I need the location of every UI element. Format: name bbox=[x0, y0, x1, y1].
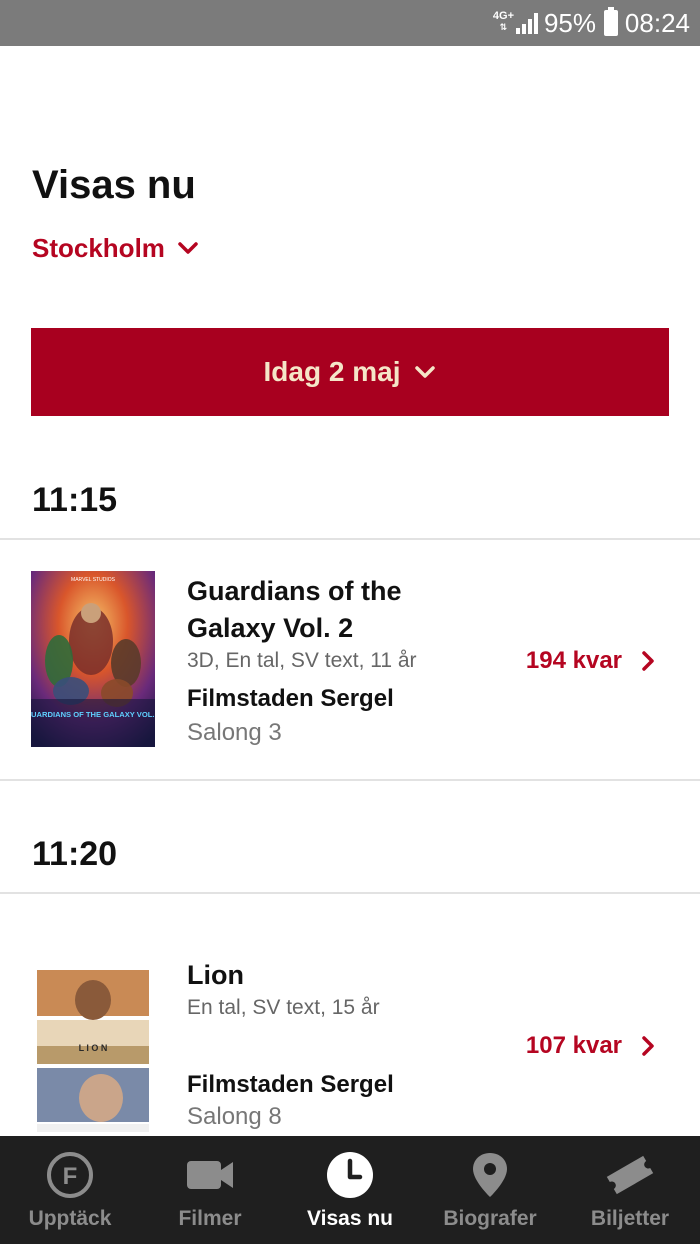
battery-percentage: 95% bbox=[543, 8, 596, 38]
nav-item-biljetter[interactable]: Biljetter bbox=[560, 1136, 700, 1244]
poster-title: L I O N bbox=[79, 1043, 108, 1053]
video-camera-icon bbox=[185, 1150, 235, 1200]
cinema-name: Filmstaden Sergel bbox=[187, 1071, 394, 1098]
status-time: 08:24 bbox=[624, 8, 690, 38]
movie-poster: MARVEL STUDIOS GUARDIANS OF THE GALAXY V… bbox=[31, 571, 155, 747]
status-bar: 4G+ ⇅ 95% 08:24 bbox=[0, 0, 700, 46]
network-indicator: 4G+ ⇅ bbox=[493, 11, 514, 33]
movie-details: En tal, SV text, 15 år bbox=[187, 996, 380, 1019]
chevron-right-icon bbox=[642, 651, 654, 671]
movie-details: 3D, En tal, SV text, 11 år bbox=[187, 649, 417, 672]
nav-item-filmer[interactable]: Filmer bbox=[140, 1136, 280, 1244]
showing-row[interactable]: MARVEL STUDIOS GUARDIANS OF THE GALAXY V… bbox=[0, 540, 700, 780]
bottom-navigation: F Upptäck Filmer Visas nu Biografer Bilj… bbox=[0, 1136, 700, 1244]
clock-icon bbox=[325, 1150, 375, 1200]
ticket-icon bbox=[605, 1150, 655, 1200]
chevron-right-icon bbox=[642, 1036, 654, 1056]
svg-text:F: F bbox=[63, 1163, 78, 1190]
seats-left: 194 kvar bbox=[525, 647, 622, 674]
chevron-down-icon bbox=[178, 242, 198, 254]
network-type: 4G+ bbox=[492, 10, 514, 22]
nav-label: Upptäck bbox=[28, 1207, 112, 1230]
f-logo-icon: F bbox=[45, 1150, 95, 1200]
data-arrows-icon: ⇅ bbox=[499, 22, 508, 32]
movie-title: Lion bbox=[187, 960, 244, 990]
city-label: Stockholm bbox=[32, 233, 165, 263]
date-label: Idag 2 maj bbox=[263, 356, 401, 387]
showtime-heading: 11:15 bbox=[32, 481, 118, 519]
cinema-name: Filmstaden Sergel bbox=[187, 685, 394, 712]
nav-item-biografer[interactable]: Biografer bbox=[420, 1136, 560, 1244]
page-title: Visas nu bbox=[32, 163, 196, 207]
hall-name: Salong 8 bbox=[187, 1103, 282, 1130]
nav-label: Biografer bbox=[443, 1207, 537, 1230]
nav-label: Visas nu bbox=[307, 1207, 393, 1230]
movie-poster: L I O N bbox=[31, 960, 155, 1136]
showtime-heading: 11:20 bbox=[32, 835, 118, 873]
movie-title: Guardians of the Galaxy Vol. 2 bbox=[187, 576, 402, 643]
signal-icon bbox=[516, 13, 538, 34]
poster-title: GUARDIANS OF THE GALAXY VOL. 2 bbox=[31, 710, 155, 719]
hall-name: Salong 3 bbox=[187, 719, 282, 746]
map-pin-icon bbox=[465, 1150, 515, 1200]
divider bbox=[0, 779, 700, 781]
chevron-down-icon bbox=[415, 366, 436, 378]
showing-row[interactable]: L I O N Lion En tal, SV text, 15 år Film… bbox=[0, 894, 700, 1136]
seats-left: 107 kvar bbox=[525, 1032, 622, 1059]
battery-icon bbox=[604, 7, 618, 36]
nav-label: Biljetter bbox=[590, 1207, 670, 1230]
nav-item-visas-nu[interactable]: Visas nu bbox=[280, 1136, 420, 1244]
nav-label: Filmer bbox=[178, 1207, 242, 1230]
date-selector-button[interactable]: Idag 2 maj bbox=[31, 328, 669, 416]
poster-brand: MARVEL STUDIOS bbox=[71, 577, 116, 583]
nav-item-upptack[interactable]: F Upptäck bbox=[0, 1136, 140, 1244]
city-selector[interactable]: Stockholm bbox=[32, 230, 199, 266]
